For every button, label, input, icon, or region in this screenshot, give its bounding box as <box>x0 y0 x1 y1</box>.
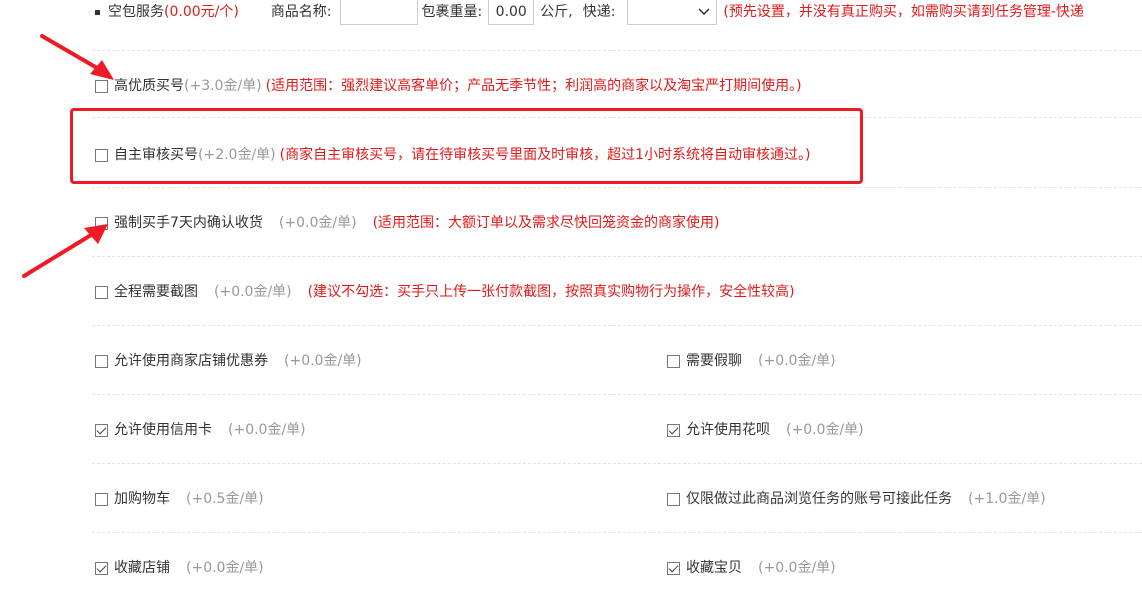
arrow-icon-bottom <box>22 224 108 278</box>
arrow-icon-top <box>40 34 114 80</box>
arrow-annotations <box>22 34 114 278</box>
